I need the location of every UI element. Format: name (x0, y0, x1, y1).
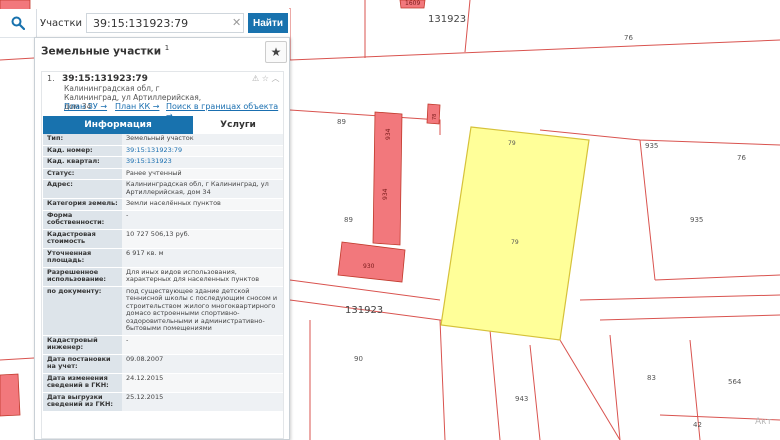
attribute-row: Разрешенное использование: Для иных видов… (43, 267, 283, 287)
attribute-value: под существующее здание детской теннисно… (122, 286, 283, 336)
clear-icon[interactable]: ✕ (232, 16, 241, 29)
attribute-label: Разрешенное использование: (43, 267, 122, 287)
attribute-link[interactable]: 39:15:131923 (126, 157, 172, 165)
attribute-label: Кадастровая стоимость (43, 229, 122, 249)
attribute-label: Кадастровый инженер: (43, 335, 122, 355)
map-label: 78 (432, 114, 438, 120)
attribute-link[interactable]: 39:15:131923:79 (126, 146, 182, 154)
attribute-row: Форма собственности: - (43, 210, 283, 230)
attribute-value: Земельный участок (122, 134, 283, 146)
attribute-label: по документу: (43, 286, 122, 336)
attribute-label: Дата постановки на учет: (43, 354, 122, 374)
attribute-row: Кадастровая стоимость 10 727 506,13 руб. (43, 229, 283, 249)
attributes-table: Тип: Земельный участок Кад. номер: 39:15:13… (43, 134, 283, 412)
attribute-label: Кад. квартал: (43, 156, 122, 169)
map-label: 89 (344, 216, 353, 224)
panel-title: Земельные участки 1 (41, 44, 170, 58)
result-count: 1 (164, 44, 170, 52)
building-left-bottom (0, 373, 21, 417)
map-label: 76 (737, 154, 746, 162)
map-label: 79 (511, 239, 519, 246)
attribute-row: Дата выгрузки сведений из ГКН: 25.12.2015 (43, 392, 283, 412)
mode-select-label: Участки (40, 17, 82, 29)
attribute-row: Кад. номер: 39:15:131923:79 (43, 145, 283, 157)
result-index: 1. (47, 74, 55, 83)
search-input[interactable] (86, 13, 244, 33)
search-button[interactable] (0, 9, 37, 37)
plan-zu-link[interactable]: План ЗУ → (64, 102, 107, 111)
find-button[interactable]: Найти (248, 13, 288, 33)
attribute-label: Тип: (43, 134, 122, 146)
attribute-row: Адрес: Калининградская обл, г Калининград… (43, 179, 283, 199)
attribute-row: Категория земель: Земли населённых пункто… (43, 198, 283, 211)
attribute-row: Дата постановки на учет: 09.08.2007 (43, 354, 283, 374)
map-label-block: 131923 (345, 305, 383, 316)
attribute-row: Дата изменения сведений в ГКН: 24.12.2015 (43, 373, 283, 393)
attribute-label: Дата выгрузки сведений из ГКН: (43, 392, 122, 412)
map-label: 42 (693, 421, 702, 429)
attribute-label: Статус: (43, 168, 122, 180)
tab-services[interactable]: Услуги (193, 116, 283, 135)
map-label: 89 (337, 118, 346, 126)
attribute-label: Кад. номер: (43, 145, 122, 157)
map-label: 76 (624, 34, 633, 42)
attribute-label: Форма собственности: (43, 210, 122, 230)
map-label: 934 (385, 128, 392, 140)
attribute-value: Для иных видов использования, характерны… (122, 267, 283, 287)
favorite-button[interactable]: ★ (265, 41, 287, 63)
attribute-value: - (122, 210, 283, 230)
attribute-value: 24.12.2015 (122, 373, 283, 393)
mode-select[interactable]: Участки ▼ (40, 13, 91, 33)
warning-icon[interactable]: ⚠ (252, 74, 259, 83)
result-card: 1. 39:15:131923:79 Калининградская обл, … (41, 71, 284, 439)
attribute-value: 10 727 506,13 руб. (122, 229, 283, 249)
map-label: 930 (363, 263, 375, 270)
map-label: 934 (382, 188, 389, 200)
attribute-row: по документу: под существующее здание дет… (43, 286, 283, 336)
chevron-up-icon[interactable]: ︿ (271, 74, 279, 83)
attribute-value: - (122, 335, 283, 355)
tab-info[interactable]: Информация (43, 116, 193, 134)
map-label: 90 (354, 355, 363, 363)
attribute-row: Тип: Земельный участок (43, 134, 283, 146)
plan-kk-link[interactable]: План КК → (115, 102, 159, 111)
attribute-value: 09.08.2007 (122, 354, 283, 374)
attribute-label: Категория земель: (43, 198, 122, 211)
map-label-block: 131923 (428, 14, 466, 25)
card-actions: ⚠ ☆ ︿ (252, 73, 279, 84)
star-outline-icon[interactable]: ☆ (262, 74, 269, 83)
attribute-label: Адрес: (43, 179, 122, 199)
map-label: 83 (647, 374, 656, 382)
attribute-row: Кад. квартал: 39:15:131923 (43, 156, 283, 169)
attribute-value: Калининградская обл, г Калининград, ул А… (122, 179, 283, 199)
attribute-label: Дата изменения сведений в ГКН: (43, 373, 122, 393)
map-label: 1609 (405, 0, 420, 7)
attribute-row: Кадастровый инженер: - (43, 335, 283, 355)
attribute-value: Ранее учтенный (122, 168, 283, 180)
attribute-value: Земли населённых пунктов (122, 198, 283, 211)
result-kad-number[interactable]: 39:15:131923:79 (62, 74, 148, 84)
map-label: 935 (645, 142, 658, 150)
attribute-label: Уточненная площадь: (43, 248, 122, 268)
attribute-value: 6 917 кв. м (122, 248, 283, 268)
attribute-value[interactable]: 39:15:131923:79 (122, 145, 283, 157)
map-label: 564 (728, 378, 742, 386)
watermark: Акт (755, 417, 772, 427)
star-icon: ★ (270, 45, 282, 59)
results-panel: Земельные участки 1 ★ 1. 39:15:131923:79… (34, 37, 290, 440)
attribute-row: Статус: Ранее учтенный (43, 168, 283, 180)
attribute-value[interactable]: 39:15:131923 (122, 156, 283, 169)
map-label: 935 (690, 216, 703, 224)
search-icon (11, 16, 25, 30)
map-label: 943 (515, 395, 528, 403)
map-label: 79 (508, 140, 516, 147)
attribute-value: 25.12.2015 (122, 392, 283, 412)
search-toolbar: Участки ▼ ✕ Найти (0, 9, 290, 38)
attribute-row: Уточненная площадь: 6 917 кв. м (43, 248, 283, 268)
